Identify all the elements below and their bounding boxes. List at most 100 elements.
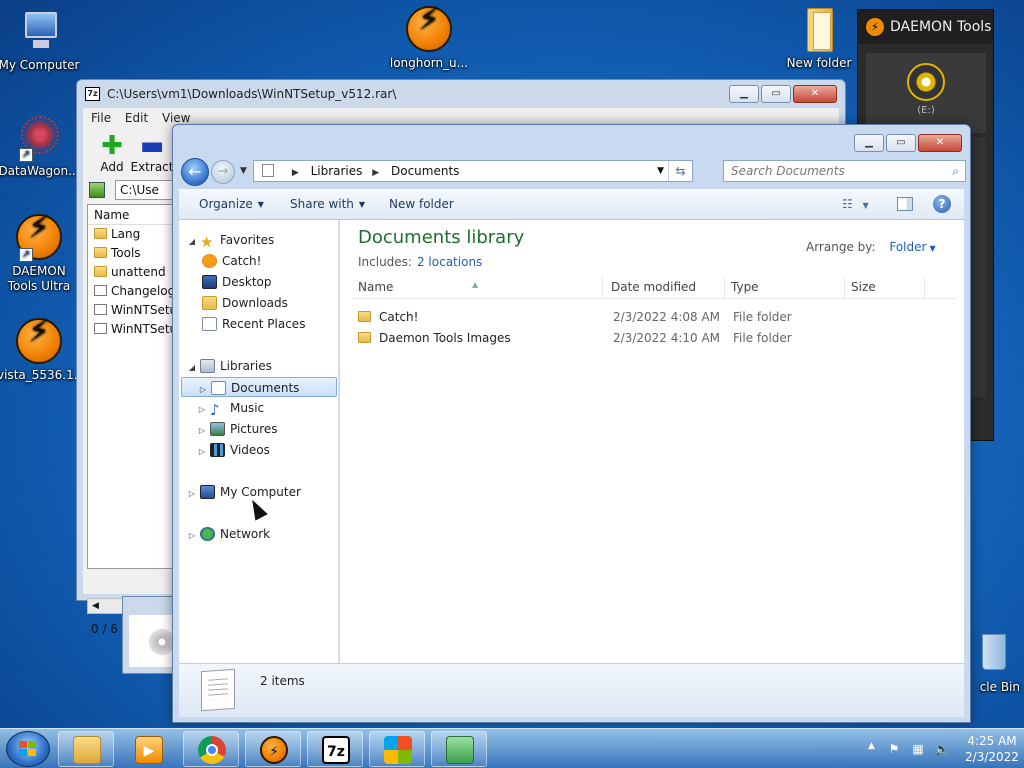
breadcrumb-chevron-icon[interactable]: ▶: [292, 168, 299, 178]
breadcrumb-libraries[interactable]: Libraries: [311, 164, 363, 178]
sevenzip-address-bar[interactable]: C:\Use: [115, 180, 179, 200]
arrange-by-dropdown[interactable]: Folder ▼: [889, 240, 935, 254]
taskbar-windows-setup[interactable]: [369, 731, 425, 767]
table-row[interactable]: Catch! 2/3/2022 4:08 AM File folder: [352, 307, 932, 327]
list-item[interactable]: WinNTSetup: [88, 320, 182, 339]
expand-arrow-icon[interactable]: ▷: [197, 421, 207, 441]
volume-icon[interactable]: 🔈: [934, 741, 950, 757]
virtual-drive[interactable]: (E:): [866, 53, 986, 133]
expand-arrow-icon[interactable]: ▷: [187, 526, 197, 546]
column-divider[interactable]: [724, 277, 725, 299]
taskbar-media-player[interactable]: ▶: [120, 731, 176, 767]
tree-item-downloads[interactable]: Downloads: [199, 293, 288, 313]
up-folder-icon[interactable]: [89, 182, 105, 198]
organize-button[interactable]: Organize ▼: [199, 189, 264, 220]
breadcrumb-chevron-icon[interactable]: ▶: [372, 168, 379, 178]
tree-item-recent-places[interactable]: Recent Places: [199, 314, 305, 334]
tree-item-videos[interactable]: ▷ Videos: [197, 440, 270, 460]
tree-item-catch[interactable]: Catch!: [199, 251, 261, 271]
desktop-icon-vista-iso[interactable]: vista_5536.1...: [0, 318, 85, 383]
menu-view[interactable]: View: [162, 111, 190, 125]
preview-pane-icon[interactable]: [897, 197, 913, 211]
menu-file[interactable]: File: [91, 111, 111, 125]
column-type[interactable]: Type: [731, 280, 759, 294]
column-divider[interactable]: [924, 277, 925, 299]
maximize-button[interactable]: ▭: [761, 85, 791, 103]
expand-arrow-icon[interactable]: ▷: [198, 380, 208, 400]
sevenzip-column-name[interactable]: Name: [88, 205, 182, 225]
network-tray-icon[interactable]: ▦: [910, 741, 926, 757]
tree-item-libraries[interactable]: ◢ Libraries: [187, 356, 272, 376]
taskbar-app[interactable]: [431, 731, 487, 767]
taskbar-explorer[interactable]: [58, 731, 114, 767]
back-button[interactable]: ←: [181, 158, 209, 186]
navigation-pane[interactable]: ◢ ★ Favorites Catch! Desktop Downloads Rec…: [179, 220, 339, 663]
column-date-modified[interactable]: Date modified: [611, 280, 696, 294]
file-list-pane[interactable]: Documents library Includes: 2 locations A…: [340, 220, 964, 663]
address-bar[interactable]: ▶ Libraries ▶ Documents ▼ ⇆: [253, 160, 693, 182]
forward-button[interactable]: →: [211, 160, 235, 184]
new-folder-button[interactable]: New folder: [389, 189, 454, 220]
menu-edit[interactable]: Edit: [125, 111, 148, 125]
close-button[interactable]: ✕: [793, 85, 837, 103]
sevenzip-file-list[interactable]: Name Lang Tools unattend Changelog.t Win…: [87, 204, 183, 569]
desktop-icon-my-computer[interactable]: My Computer: [0, 8, 81, 73]
list-item[interactable]: WinNTSetup: [88, 301, 182, 320]
breadcrumb-documents[interactable]: Documents: [391, 164, 459, 178]
includes-label: Includes:: [358, 255, 412, 269]
help-icon[interactable]: ?: [933, 195, 951, 213]
expand-arrow-icon[interactable]: ◢: [187, 358, 197, 378]
list-item[interactable]: Tools: [88, 244, 182, 263]
maximize-button[interactable]: ▭: [886, 134, 916, 152]
tree-item-favorites[interactable]: ◢ ★ Favorites: [187, 230, 274, 250]
tree-item-desktop[interactable]: Desktop: [199, 272, 272, 292]
sevenzip-titlebar[interactable]: 7z C:\Users\vm1\Downloads\WinNTSetup_v51…: [77, 80, 845, 108]
tree-item-music[interactable]: ▷ ♪ Music: [197, 398, 264, 418]
column-name[interactable]: Name: [358, 280, 393, 294]
expand-arrow-icon[interactable]: ▷: [197, 400, 207, 420]
minimize-button[interactable]: ▁: [854, 134, 884, 152]
list-item[interactable]: Lang: [88, 225, 182, 244]
recent-pages-dropdown[interactable]: ▼: [240, 166, 247, 176]
column-divider[interactable]: [602, 277, 603, 299]
daemon-tools-icon: [15, 318, 63, 366]
taskbar-daemon-tools[interactable]: ⚡: [245, 731, 301, 767]
clock[interactable]: 4:25 AM 2/3/2022: [964, 733, 1020, 765]
taskbar-7zip[interactable]: 7z: [307, 731, 363, 767]
tree-item-pictures[interactable]: ▷ Pictures: [197, 419, 278, 439]
tree-item-network[interactable]: ▷ Network: [187, 524, 270, 544]
search-icon[interactable]: ⌕: [952, 161, 959, 181]
gadget-title: ⚡ DAEMON Tools: [858, 10, 993, 44]
expand-arrow-icon[interactable]: ▷: [197, 442, 207, 462]
table-row[interactable]: Daemon Tools Images 2/3/2022 4:10 AM Fil…: [352, 328, 932, 348]
desktop-icon-daemon-tools-ultra[interactable]: ↗ DAEMON Tools Ultra: [0, 214, 81, 294]
address-dropdown-icon[interactable]: ▼: [657, 161, 664, 181]
daemon-tools-icon: ⚡: [260, 736, 288, 764]
list-item[interactable]: Changelog.t: [88, 282, 182, 301]
desktop-icon-new-folder[interactable]: New folder: [777, 6, 861, 71]
desktop-icon-datawagon[interactable]: ↗ DataWagon...: [0, 114, 81, 179]
locations-link[interactable]: 2 locations: [417, 255, 482, 269]
expand-arrow-icon[interactable]: ▷: [187, 484, 197, 504]
taskbar-chrome[interactable]: [183, 731, 239, 767]
column-size[interactable]: Size: [851, 280, 876, 294]
change-view-button[interactable]: ☷ ▼: [842, 189, 869, 221]
refresh-icon[interactable]: ⇆: [668, 161, 692, 181]
expand-arrow-icon[interactable]: ◢: [187, 232, 197, 252]
search-input[interactable]: Search Documents ⌕: [723, 160, 966, 182]
daemon-tools-icon: [405, 6, 453, 54]
show-hidden-icons-icon[interactable]: ▲: [868, 741, 875, 751]
explorer-window[interactable]: ▁ ▭ ✕ ← → ▼ ▶ Libraries ▶ Documents ▼ ⇆ …: [172, 124, 971, 723]
minimize-button[interactable]: ▁: [729, 85, 759, 103]
tree-item-my-computer[interactable]: ▷ My Computer: [187, 482, 301, 502]
extract-button[interactable]: ▬ Extract: [129, 132, 175, 174]
share-with-button[interactable]: Share with ▼: [290, 189, 365, 220]
column-divider[interactable]: [844, 277, 845, 299]
desktop-icon-longhorn-iso[interactable]: longhorn_u...: [387, 6, 471, 71]
tree-item-documents[interactable]: ▷ Documents: [181, 377, 337, 397]
start-button[interactable]: [6, 731, 50, 767]
network-icon: [200, 527, 215, 541]
list-item[interactable]: unattend: [88, 263, 182, 282]
action-center-icon[interactable]: ⚑: [886, 741, 902, 757]
close-button[interactable]: ✕: [918, 134, 962, 152]
